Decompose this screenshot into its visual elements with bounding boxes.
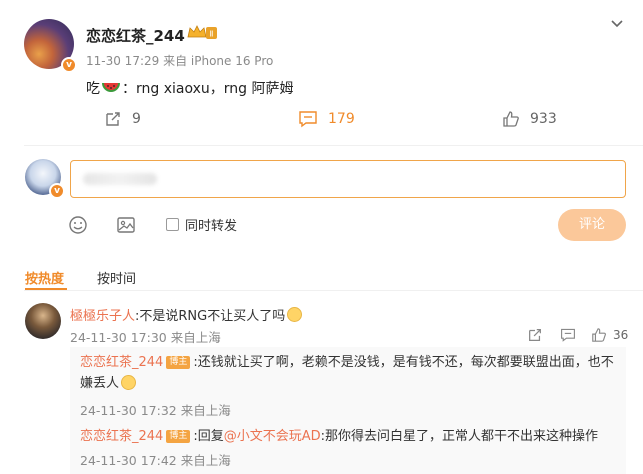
like-count: 933	[530, 111, 557, 127]
emoji-icon[interactable]	[68, 215, 88, 235]
comment-count: 179	[328, 111, 355, 127]
reply-comment-button[interactable]	[560, 327, 576, 347]
comment-text: 極極乐子人 :不是说RNG不让买人了吗	[70, 305, 303, 324]
like-button[interactable]: 933	[502, 110, 557, 128]
reply-list: 恋恋红茶_244 博主:还钱就让买了啊，老赖不是没钱，是有钱不还，每次都要联盟出面…	[70, 347, 626, 474]
sync-repost-toggle[interactable]: 同时转发	[166, 215, 237, 234]
repost-icon	[529, 329, 541, 341]
chevron-down-icon[interactable]	[610, 16, 624, 30]
divider	[24, 145, 643, 146]
input-text-blurred	[83, 173, 157, 185]
comment-input[interactable]	[70, 160, 626, 198]
like-comment-button[interactable]: 36	[591, 327, 628, 343]
sync-repost-label: 同时转发	[185, 219, 238, 234]
reply-item: 恋恋红茶_244 博主:回复@小文不会玩AD:那你得去问白星了，正常人都干不出来这…	[80, 426, 598, 447]
cat-emoji-icon	[287, 307, 303, 322]
reply-item: 恋恋红茶_244 博主:还钱就让买了啊，老赖不是没钱，是有钱不还，每次都要联盟出面…	[80, 352, 620, 394]
smile-emoji-icon	[121, 375, 137, 390]
tab-sort-time[interactable]: 按时间	[97, 268, 136, 287]
reply-meta: 24-11-30 17:42 来自上海	[80, 453, 231, 468]
reply-author-name[interactable]: 恋恋红茶_244	[80, 355, 163, 370]
tab-sort-hot[interactable]: 按热度	[25, 268, 64, 287]
comment-like-count: 36	[613, 328, 629, 342]
commenter-avatar[interactable]	[25, 303, 61, 339]
reply-meta: 24-11-30 17:32 来自上海	[80, 403, 231, 418]
watermelon-emoji-icon	[102, 81, 120, 95]
reply-prefix: :回复	[193, 429, 224, 444]
reply-body-cont: 嫌丢人	[80, 376, 120, 391]
author-tag: 博主	[166, 356, 191, 369]
verified-badge: v	[61, 57, 77, 73]
repost-icon	[106, 112, 120, 126]
post-body-text: ：rng xiaoxu，rng 阿萨姆	[122, 81, 294, 97]
sync-repost-checkbox[interactable]	[166, 218, 179, 231]
level-badge: Ⅱ	[210, 30, 214, 39]
repost-button[interactable]: 9	[104, 110, 141, 128]
divider	[24, 290, 643, 291]
comment-icon	[299, 111, 317, 128]
comment-button[interactable]: 179	[298, 110, 355, 128]
image-icon[interactable]	[116, 215, 136, 235]
submit-comment-button[interactable]: 评论	[558, 209, 626, 241]
post-body-prefix: 吃	[86, 81, 100, 97]
reply-body: :那你得去问白星了，正常人都干不出来这种操作	[320, 429, 599, 444]
post-meta: 11-30 17:29 来自 iPhone 16 Pro	[86, 54, 274, 68]
comment-body: :不是说RNG不让买人了吗	[135, 309, 286, 324]
author-tag: 博主	[166, 430, 191, 443]
comment-icon	[561, 328, 575, 342]
author-name[interactable]: 恋恋红茶_244	[86, 25, 185, 46]
repost-comment-button[interactable]	[527, 327, 543, 347]
commenter-name[interactable]: 極極乐子人	[70, 305, 135, 324]
verified-badge: v	[49, 183, 65, 199]
thumbs-up-icon	[503, 111, 519, 127]
reply-author-name[interactable]: 恋恋红茶_244	[80, 429, 163, 444]
comment-meta: 24-11-30 17:30 来自上海	[70, 330, 221, 345]
post-body: 吃 ：rng xiaoxu，rng 阿萨姆	[86, 78, 294, 98]
repost-count: 9	[132, 111, 141, 127]
member-crown-icon[interactable]: Ⅱ	[186, 24, 218, 42]
reply-body: :还钱就让买了啊，老赖不是没钱，是有钱不还，每次都要联盟出面，也不	[193, 355, 614, 370]
mention-link[interactable]: @小文不会玩AD	[224, 429, 321, 444]
thumbs-up-icon	[592, 328, 606, 342]
